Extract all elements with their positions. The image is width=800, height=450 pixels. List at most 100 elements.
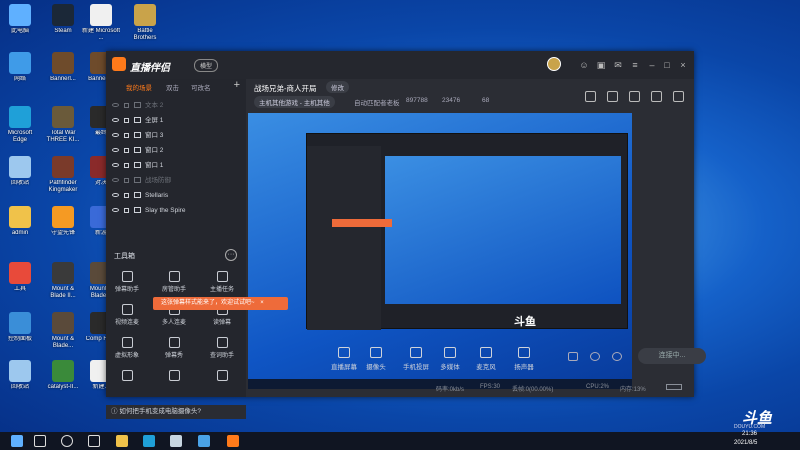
source-item[interactable]: 全屏 1 <box>112 114 240 128</box>
explorer-icon[interactable] <box>116 435 128 447</box>
microphone-button[interactable]: 麦克风 <box>466 347 506 371</box>
settings-icon[interactable] <box>612 352 622 361</box>
desktop-icon[interactable]: Steam <box>44 4 82 42</box>
tool-item[interactable] <box>107 370 147 383</box>
media-button[interactable]: 多媒体 <box>430 347 470 371</box>
speaker-button[interactable]: 扬声器 <box>504 347 544 371</box>
tip-text: 如何把手机变成电脑摄像头? <box>119 408 201 415</box>
windows-icon[interactable] <box>11 435 23 447</box>
lock-icon[interactable] <box>124 192 129 198</box>
visibility-icon[interactable] <box>112 133 119 138</box>
tool-item[interactable]: 弹幕秀 <box>154 337 194 359</box>
add-scene-icon[interactable]: + <box>234 79 240 91</box>
mail-icon[interactable]: ✉ <box>612 59 624 71</box>
toast-close-icon[interactable]: × <box>260 300 264 306</box>
maximize-icon[interactable]: □ <box>661 59 673 71</box>
tool-item[interactable]: 房管助手 <box>154 271 194 293</box>
category-selector[interactable]: 主机其他游戏 - 主机其他 <box>254 96 335 108</box>
go-live-button[interactable]: 连接中... <box>638 348 706 364</box>
source-item[interactable]: 窗口 1 <box>112 159 240 173</box>
task-view-icon[interactable] <box>88 435 100 447</box>
desktop-icon[interactable]: 控制面板 <box>1 312 39 350</box>
desktop-icon[interactable]: 工具 <box>1 262 39 300</box>
camera-icon[interactable] <box>568 352 578 361</box>
menu-icon[interactable]: ≡ <box>629 59 641 71</box>
source-item[interactable]: Slay the Spire <box>112 204 240 218</box>
browser-icon[interactable] <box>198 435 210 447</box>
nested-preview <box>385 156 621 304</box>
desktop-icon[interactable]: Mount & Blade... <box>44 312 82 350</box>
visibility-icon[interactable] <box>112 178 119 183</box>
visibility-icon[interactable] <box>112 208 119 213</box>
tool-item[interactable] <box>202 370 242 383</box>
source-label: 文本 2 <box>145 102 164 109</box>
source-item[interactable]: Stellaris <box>112 189 240 203</box>
tool-item[interactable]: 虚拟形象 <box>107 337 147 359</box>
tool-item[interactable]: 主播任务 <box>202 271 242 293</box>
smiley-icon[interactable]: ☺ <box>578 59 590 71</box>
lock-icon[interactable] <box>124 207 129 213</box>
lock-icon[interactable] <box>607 91 618 102</box>
source-item[interactable]: 文本 2 <box>112 99 240 113</box>
control-label: 多媒体 <box>440 364 460 371</box>
search-icon[interactable] <box>34 435 46 447</box>
lock-icon[interactable] <box>124 102 129 108</box>
source-item[interactable]: 窗口 3 <box>112 129 240 143</box>
desktop-icon[interactable]: 守望先锋 <box>44 206 82 244</box>
bell-icon[interactable] <box>651 91 662 102</box>
tab-rename[interactable]: 可改名 <box>191 82 211 92</box>
visibility-icon[interactable] <box>112 118 119 123</box>
edge-icon[interactable] <box>143 435 155 447</box>
layout-icon[interactable] <box>585 91 596 102</box>
visibility-icon[interactable] <box>112 103 119 108</box>
source-item[interactable]: 战场防御 <box>112 174 240 188</box>
tool-item[interactable]: 视频连麦 <box>107 304 147 326</box>
notice-toast[interactable]: 这张弹幕样式能来了，欢迎试试吧~ × <box>153 297 288 310</box>
tab-my-scenes[interactable]: 我的场景 <box>126 82 152 92</box>
mode-badge[interactable]: 横型 <box>194 59 219 72</box>
live-companion-icon[interactable] <box>227 435 239 447</box>
lock-icon[interactable] <box>124 147 129 153</box>
desktop-icon[interactable]: Battle Brothers <box>126 4 164 42</box>
minimize-icon[interactable]: – <box>646 59 658 71</box>
lock-icon[interactable] <box>124 117 129 123</box>
lock-icon[interactable] <box>124 162 129 168</box>
desktop-icon[interactable]: 网络 <box>1 52 39 90</box>
desktop-icon[interactable]: 此电脑 <box>1 4 39 42</box>
clock-time[interactable]: 21:36 <box>742 431 757 437</box>
desktop-icon[interactable]: Mount & Blade II... <box>44 262 82 300</box>
lock-icon[interactable] <box>124 177 129 183</box>
cortana-icon[interactable] <box>61 435 73 447</box>
gift-icon[interactable]: ▣ <box>595 59 607 71</box>
avatar[interactable] <box>547 57 561 71</box>
desktop-icon[interactable]: catalyst-II... <box>44 360 82 398</box>
camera-button[interactable]: 摄像头 <box>356 347 396 371</box>
tip-bar[interactable]: ⓘ 如何把手机变成电脑摄像头? <box>106 405 246 419</box>
share-icon[interactable] <box>673 91 684 102</box>
visibility-icon[interactable] <box>112 193 119 198</box>
visibility-icon[interactable] <box>112 148 119 153</box>
edit-button[interactable]: 修改 <box>326 81 349 93</box>
eye-icon[interactable] <box>590 352 600 361</box>
desktop-icon[interactable]: Bannerl... <box>44 52 82 90</box>
close-icon[interactable]: × <box>677 59 689 71</box>
more-tools-icon[interactable]: ··· <box>225 249 237 261</box>
desktop-icon[interactable]: Microsoft Edge <box>1 106 39 144</box>
steam-icon[interactable] <box>170 435 182 447</box>
desktop-icon[interactable]: Total War THREE KI... <box>44 106 82 144</box>
desktop-icon[interactable]: 回收站 <box>1 156 39 194</box>
visibility-icon[interactable] <box>112 163 119 168</box>
clock-date[interactable]: 2021/8/5 <box>734 440 757 446</box>
lock-icon[interactable] <box>124 132 129 138</box>
desktop-icon[interactable]: admin <box>1 206 39 244</box>
source-item[interactable]: 窗口 2 <box>112 144 240 158</box>
record-icon[interactable] <box>629 91 640 102</box>
tool-item[interactable] <box>154 370 194 383</box>
tool-item[interactable]: 查词助手 <box>202 337 242 359</box>
desktop-icon[interactable]: Pathfinder Kingmaker <box>44 156 82 194</box>
desktop-icon[interactable]: 回收站 <box>1 360 39 398</box>
desktop-icon[interactable]: 新建 Microsoft ... <box>82 4 120 42</box>
tab-double-click[interactable]: 双击 <box>166 82 179 92</box>
app-logo-icon <box>112 57 126 71</box>
tool-item[interactable]: 弹幕助手 <box>107 271 147 293</box>
